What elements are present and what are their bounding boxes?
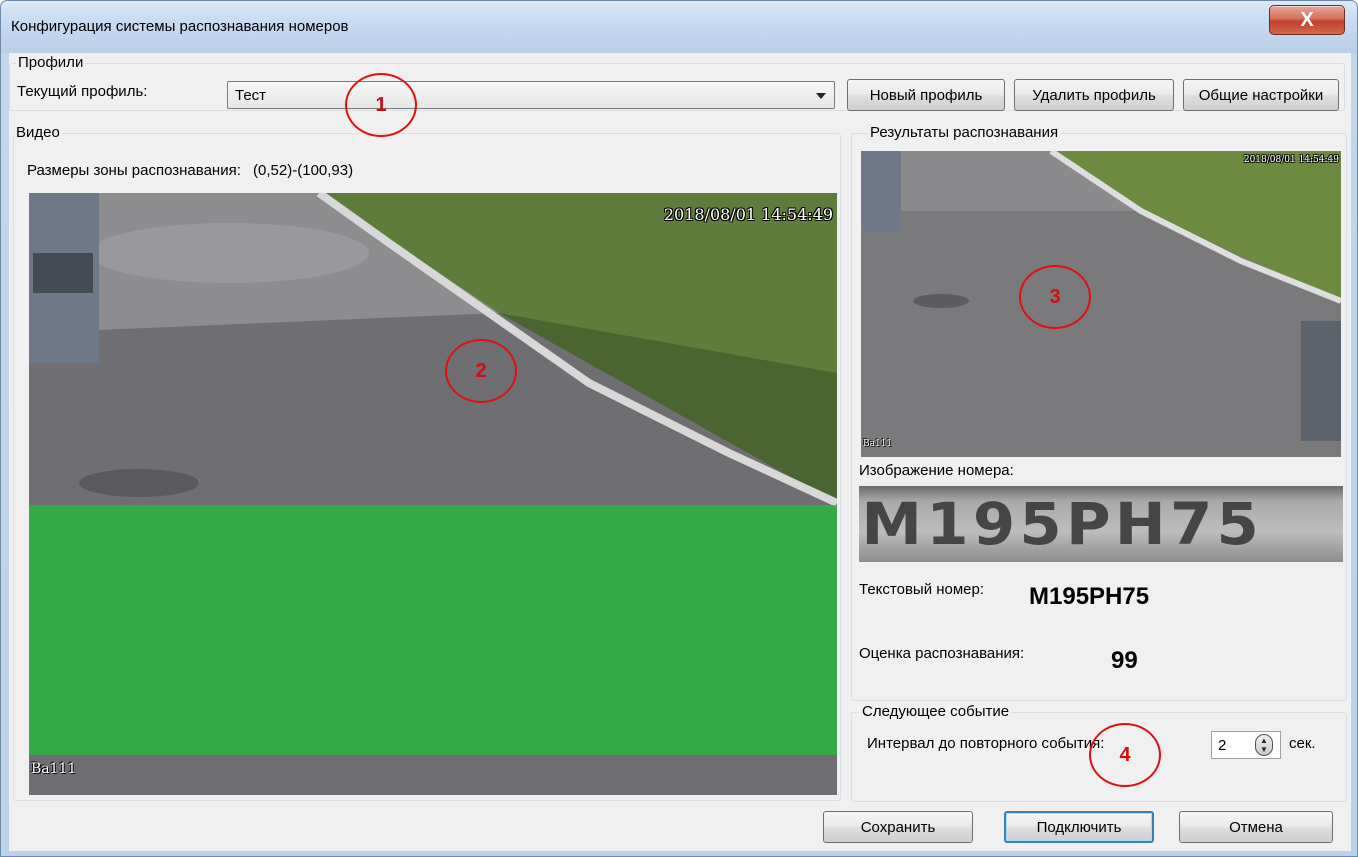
result-scene <box>861 151 1341 457</box>
title-bar[interactable]: Конфигурация системы распознавания номер… <box>1 1 1357 53</box>
zone-size-label: Размеры зоны распознавания: (0,52)-(100,… <box>27 162 353 179</box>
annotation-marker: 1 <box>345 73 417 137</box>
interval-label: Интервал до повторного события: <box>867 735 1105 752</box>
video-group-label: Видео <box>14 124 62 141</box>
recognition-zone-overlay[interactable] <box>29 505 837 755</box>
result-timestamp: 2018/08/01 14:54:49 <box>1243 155 1339 165</box>
result-camera-label: Ba111 <box>863 439 893 449</box>
dialog-window: Конфигурация системы распознавания номер… <box>0 0 1358 857</box>
spin-down-icon[interactable]: ▼ <box>1260 745 1268 754</box>
next-event-group-label: Следующее событие <box>860 703 1012 720</box>
close-button[interactable]: X <box>1269 5 1345 35</box>
interval-input-value: 2 <box>1218 736 1227 754</box>
annotation-marker: 2 <box>445 339 517 403</box>
score-value: 99 <box>1111 647 1138 674</box>
zone-size-value: (0,52)-(100,93) <box>253 162 354 179</box>
dialog-client-area: Профили Текущий профиль: Тест Новый проф… <box>9 53 1351 851</box>
connect-button[interactable]: Подключить <box>1004 811 1154 843</box>
profile-select-value: Тест <box>235 86 267 104</box>
annotation-marker: 3 <box>1019 265 1091 329</box>
zone-size-caption: Размеры зоны распознавания: <box>27 162 241 179</box>
interval-spinner[interactable]: ▲ ▼ <box>1255 734 1273 756</box>
delete-profile-button[interactable]: Удалить профиль <box>1014 79 1174 111</box>
profiles-group-label: Профили <box>16 54 86 71</box>
plate-image: M195PH75 <box>859 486 1343 562</box>
text-number-label: Текстовый номер: <box>859 581 985 598</box>
profile-select[interactable]: Тест <box>227 81 835 109</box>
text-number-value: M195PH75 <box>1029 583 1150 610</box>
video-timestamp: 2018/08/01 14:54:49 <box>663 205 833 224</box>
interval-unit: сек. <box>1289 735 1316 752</box>
plate-image-text: M195PH75 <box>861 490 1264 558</box>
window-title: Конфигурация системы распознавания номер… <box>11 18 349 35</box>
plate-image-label: Изображение номера: <box>859 462 1014 479</box>
save-button[interactable]: Сохранить <box>823 811 973 843</box>
current-profile-label: Текущий профиль: <box>17 83 148 100</box>
chevron-down-icon <box>816 93 826 99</box>
video-camera-label: Ba111 <box>31 761 77 777</box>
result-frame-image: 2018/08/01 14:54:49 Ba111 <box>861 151 1341 457</box>
spin-up-icon[interactable]: ▲ <box>1260 736 1268 745</box>
annotation-marker: 4 <box>1089 723 1161 787</box>
cancel-button[interactable]: Отмена <box>1179 811 1333 843</box>
results-group-label: Результаты распознавания <box>868 124 1061 141</box>
video-preview[interactable]: 2018/08/01 14:54:49 Ba111 <box>29 193 837 795</box>
general-settings-button[interactable]: Общие настройки <box>1183 79 1339 111</box>
score-label: Оценка распознавания: <box>859 645 1025 662</box>
new-profile-button[interactable]: Новый профиль <box>847 79 1005 111</box>
